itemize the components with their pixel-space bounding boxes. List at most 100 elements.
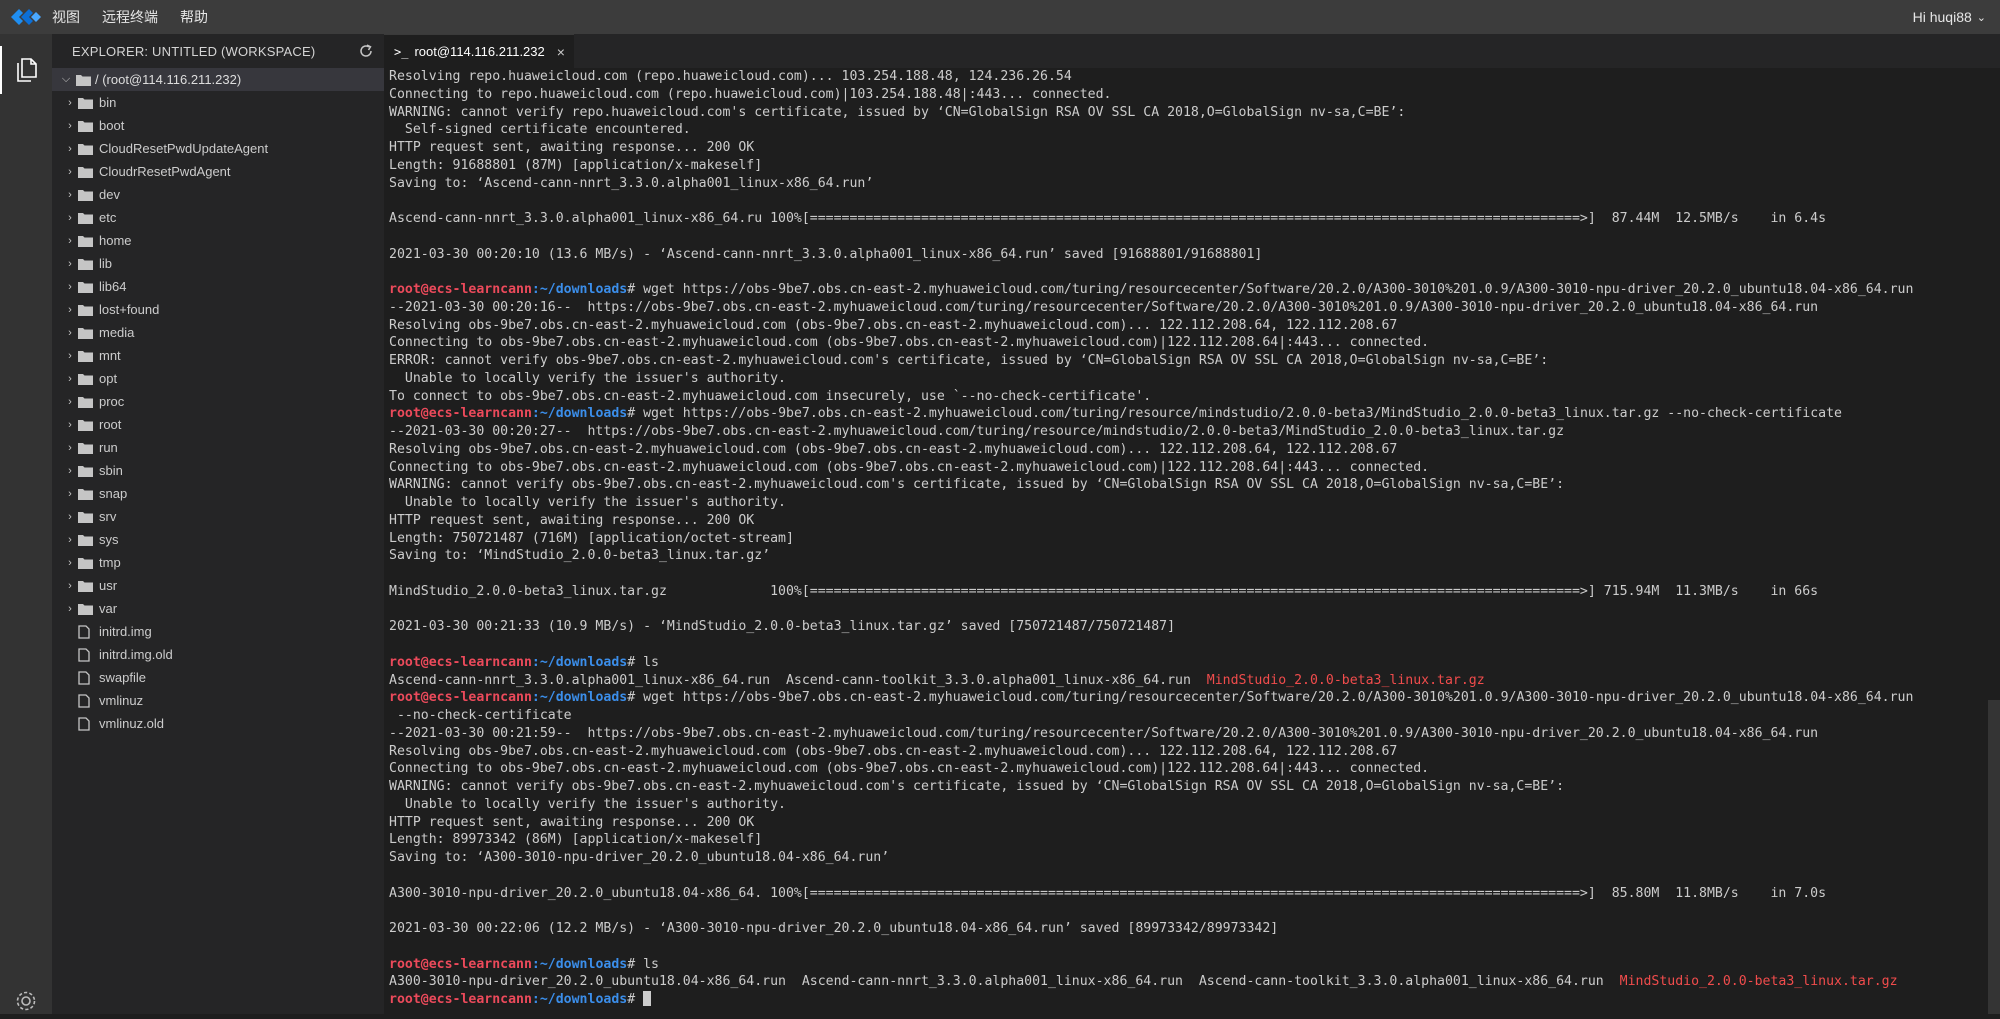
terminal-text: Length: 91688801 (87M) [application/x-ma… bbox=[389, 157, 763, 173]
folder-icon bbox=[78, 510, 96, 524]
terminal-line: Resolving obs-9be7.obs.cn-east-2.myhuawe… bbox=[389, 317, 2000, 335]
terminal-line: --no-check-certificate bbox=[389, 707, 2000, 725]
menu-help[interactable]: 帮助 bbox=[180, 7, 208, 27]
tree-item-label: sbin bbox=[99, 463, 123, 478]
file-tree: › bin › boot › CloudResetPwdUpdateAgent › Cloud… bbox=[52, 91, 384, 735]
folder-icon bbox=[78, 165, 96, 179]
tree-folder-lib64[interactable]: › lib64 bbox=[52, 275, 384, 298]
tree-item-label: proc bbox=[99, 394, 125, 409]
tree-item-label: opt bbox=[99, 371, 118, 386]
tree-folder-srv[interactable]: › srv bbox=[52, 505, 384, 528]
tree-folder-sbin[interactable]: › sbin bbox=[52, 459, 384, 482]
tree-folder-root[interactable]: › root bbox=[52, 413, 384, 436]
terminal-output[interactable]: Resolving repo.huaweicloud.com (repo.hua… bbox=[384, 68, 2000, 1014]
tree-item-label: snap bbox=[99, 486, 128, 501]
terminal-text: --2021-03-30 00:20:27-- https://obs-9be7… bbox=[389, 424, 1565, 439]
tree-item-label: initrd.img.old bbox=[99, 647, 173, 662]
terminal-text: Saving to: ‘Ascend-cann-nnrt_3.3.0.alpha… bbox=[389, 175, 874, 191]
terminal-text: WARNING: cannot verify repo.huaweicloud.… bbox=[389, 104, 1406, 120]
tree-item-label: lib64 bbox=[99, 279, 127, 294]
file-icon bbox=[78, 716, 96, 731]
terminal-text: Unable to locally verify the issuer's au… bbox=[389, 796, 786, 812]
menu-view[interactable]: 视图 bbox=[52, 7, 80, 27]
tree-folder-cloudresetpwdupdateagent[interactable]: › CloudResetPwdUpdateAgent bbox=[52, 137, 384, 160]
tree-folder-var[interactable]: › var bbox=[52, 597, 384, 620]
tree-file-swapfile[interactable]: swapfile bbox=[52, 666, 384, 689]
chevron-right-icon: › bbox=[68, 349, 72, 362]
menu-remote-terminal[interactable]: 远程终端 bbox=[102, 7, 158, 27]
user-menu[interactable]: Hi huqi88 ⌄ bbox=[1913, 0, 1986, 34]
terminal-text: Unable to locally verify the issuer's au… bbox=[389, 370, 786, 386]
terminal-text: ls bbox=[643, 956, 659, 972]
terminal-line: To connect to obs-9be7.obs.cn-east-2.myh… bbox=[389, 388, 2000, 406]
tree-folder-mnt[interactable]: › mnt bbox=[52, 344, 384, 367]
terminal-text: Resolving obs-9be7.obs.cn-east-2.myhuawe… bbox=[389, 441, 1398, 457]
tree-item-label: lib bbox=[99, 256, 113, 271]
tree-folder-usr[interactable]: › usr bbox=[52, 574, 384, 597]
terminal-scrollbar[interactable] bbox=[1988, 700, 2000, 1014]
prompt-path: :~/downloads bbox=[531, 406, 628, 422]
terminal-text: HTTP request sent, awaiting response... … bbox=[389, 512, 755, 528]
tree-folder-boot[interactable]: › boot bbox=[52, 114, 384, 137]
chevron-right-icon: › bbox=[68, 533, 72, 546]
folder-icon bbox=[78, 188, 96, 202]
tree-folder-cloudrresetpwdagent[interactable]: › CloudrResetPwdAgent bbox=[52, 160, 384, 183]
folder-icon bbox=[78, 579, 96, 593]
tree-folder-lost-found[interactable]: › lost+found bbox=[52, 298, 384, 321]
terminal-line: ERROR: cannot verify obs-9be7.obs.cn-eas… bbox=[389, 352, 2000, 370]
chevron-right-icon: › bbox=[68, 487, 72, 500]
folder-icon bbox=[78, 326, 96, 340]
tree-file-initrd-img[interactable]: initrd.img bbox=[52, 620, 384, 643]
terminal-text: To connect to obs-9be7.obs.cn-east-2.myh… bbox=[389, 388, 1152, 404]
tree-folder-proc[interactable]: › proc bbox=[52, 390, 384, 413]
tree-file-initrd-img-old[interactable]: initrd.img.old bbox=[52, 643, 384, 666]
app-logo-icon[interactable] bbox=[0, 0, 52, 34]
tree-root[interactable]: ⌵ / (root@114.116.211.232) bbox=[52, 68, 384, 91]
title-bar: 视图 远程终端 帮助 Hi huqi88 ⌄ bbox=[0, 0, 2000, 34]
prompt-symbol: # bbox=[627, 282, 644, 297]
tree-file-vmlinuz[interactable]: vmlinuz bbox=[52, 689, 384, 712]
tree-item-label: initrd.img bbox=[99, 624, 152, 639]
terminal-text: HTTP request sent, awaiting response... … bbox=[389, 140, 755, 155]
prompt-path: :~/downloads bbox=[531, 956, 628, 972]
chevron-right-icon: › bbox=[68, 211, 72, 224]
terminal-command-line: root@ecs-learncann:~/downloads# wget htt… bbox=[389, 405, 2000, 423]
close-icon[interactable]: × bbox=[557, 44, 565, 60]
archive-filename: MindStudio_2.0.0-beta3_linux.tar.gz bbox=[1206, 672, 1485, 688]
tree-folder-snap[interactable]: › snap bbox=[52, 482, 384, 505]
terminal-line: 2021-03-30 00:21:33 (10.9 MB/s) - ‘MindS… bbox=[389, 618, 2000, 636]
terminal-line: WARNING: cannot verify obs-9be7.obs.cn-e… bbox=[389, 476, 2000, 494]
chevron-down-icon: ⌄ bbox=[1976, 11, 1986, 24]
terminal-line: Connecting to repo.huaweicloud.com (repo… bbox=[389, 86, 2000, 104]
refresh-icon[interactable] bbox=[358, 43, 374, 59]
folder-icon bbox=[78, 372, 96, 386]
terminal-text: Saving to: ‘MindStudio_2.0.0-beta3_linux… bbox=[389, 548, 771, 564]
tree-folder-etc[interactable]: › etc bbox=[52, 206, 384, 229]
tree-folder-bin[interactable]: › bin bbox=[52, 91, 384, 114]
chevron-right-icon: › bbox=[68, 395, 72, 408]
tree-folder-sys[interactable]: › sys bbox=[52, 528, 384, 551]
tree-folder-dev[interactable]: › dev bbox=[52, 183, 384, 206]
tree-folder-run[interactable]: › run bbox=[52, 436, 384, 459]
tree-folder-lib[interactable]: › lib bbox=[52, 252, 384, 275]
tree-folder-tmp[interactable]: › tmp bbox=[52, 551, 384, 574]
terminal-line: --2021-03-30 00:20:16-- https://obs-9be7… bbox=[389, 299, 2000, 317]
tree-file-vmlinuz-old[interactable]: vmlinuz.old bbox=[52, 712, 384, 735]
file-icon bbox=[78, 624, 96, 639]
terminal-text: Resolving obs-9be7.obs.cn-east-2.myhuawe… bbox=[389, 317, 1398, 333]
chevron-right-icon: › bbox=[68, 441, 72, 454]
prompt-symbol: # bbox=[627, 956, 644, 972]
tree-item-label: home bbox=[99, 233, 132, 248]
tree-folder-opt[interactable]: › opt bbox=[52, 367, 384, 390]
explorer-files-icon[interactable] bbox=[0, 46, 52, 94]
tab-terminal[interactable]: >_ root@114.116.211.232 × bbox=[384, 34, 574, 68]
terminal-command-line: root@ecs-learncann:~/downloads# wget htt… bbox=[389, 689, 2000, 707]
tree-folder-home[interactable]: › home bbox=[52, 229, 384, 252]
gear-icon[interactable] bbox=[13, 988, 39, 1014]
tree-folder-media[interactable]: › media bbox=[52, 321, 384, 344]
terminal-line: HTTP request sent, awaiting response... … bbox=[389, 814, 2000, 832]
chevron-right-icon: › bbox=[68, 188, 72, 201]
